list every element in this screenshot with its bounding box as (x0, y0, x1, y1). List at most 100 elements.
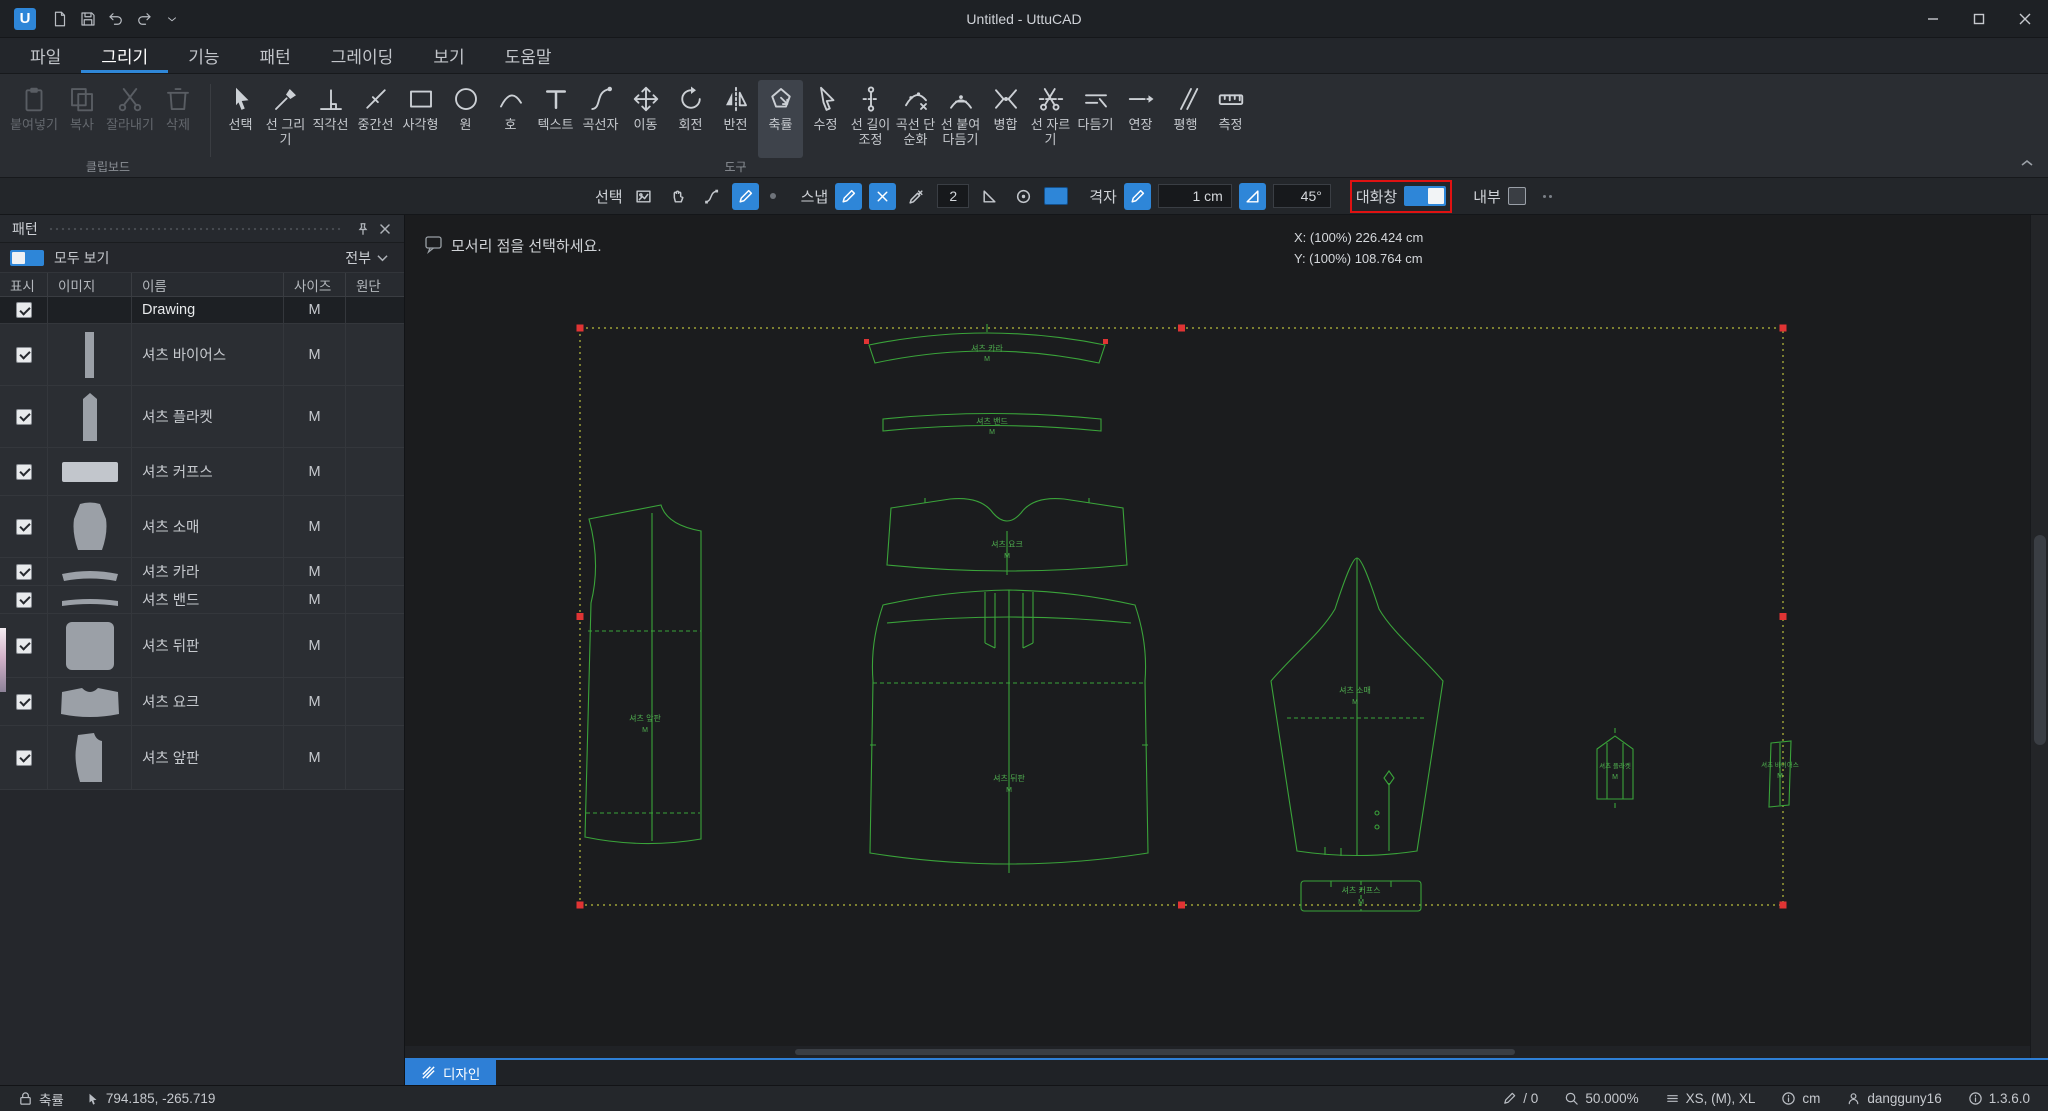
tool-cut-line-button[interactable]: 선 자르기 (1028, 80, 1073, 158)
snap-angle-toggle[interactable] (976, 183, 1003, 210)
visibility-checkbox[interactable] (16, 564, 32, 580)
tool-arc-button[interactable]: 호 (488, 80, 533, 158)
menu-file[interactable]: 파일 (10, 38, 81, 73)
delete-button[interactable]: 삭제 (154, 80, 202, 158)
selection-handles[interactable] (577, 325, 1787, 909)
tool-rectangle-button[interactable]: 사각형 (398, 80, 443, 158)
selection-bounding-box[interactable] (580, 328, 1783, 905)
scrollbar-thumb[interactable] (795, 1049, 1515, 1055)
menu-pattern[interactable]: 패턴 (239, 38, 310, 73)
drawing-canvas[interactable]: 모서리 점을 선택하세요. X: (100%) 226.424 cm Y: (1… (405, 215, 2030, 1058)
visibility-checkbox[interactable] (16, 592, 32, 608)
pattern-row-placket[interactable]: 셔츠 플라켓 M (0, 386, 404, 448)
dialog-toggle[interactable] (1404, 186, 1446, 206)
pattern-row-back[interactable]: 셔츠 뒤판 M (0, 614, 404, 678)
grid-toggle[interactable] (1124, 183, 1151, 210)
piece-sleeve[interactable]: 셔츠 소매 M (1271, 558, 1443, 856)
grid-angle-toggle[interactable] (1239, 183, 1266, 210)
horizontal-scrollbar[interactable] (405, 1046, 2030, 1058)
tool-mirror-button[interactable]: 반전 (713, 80, 758, 158)
scrollbar-thumb[interactable] (2034, 535, 2046, 745)
pattern-row-band[interactable]: 셔츠 밴드 M (0, 586, 404, 614)
piece-bias[interactable]: 셔츠 바이어스 M (1761, 741, 1799, 807)
tool-move-button[interactable]: 이동 (623, 80, 668, 158)
snap-intersection-toggle[interactable] (869, 183, 896, 210)
piece-yoke[interactable]: 셔츠 요크 M (887, 498, 1127, 575)
size-range[interactable]: XS, (M), XL (1665, 1091, 1756, 1106)
tool-extend-button[interactable]: 연장 (1118, 80, 1163, 158)
piece-band[interactable]: 셔츠 밴드 M (883, 414, 1101, 437)
maximize-button[interactable] (1956, 0, 2002, 38)
show-all-toggle[interactable] (10, 250, 44, 266)
select-curve-toggle[interactable] (698, 183, 725, 210)
tool-scale-button[interactable]: 축률 (758, 80, 803, 158)
grid-angle-input[interactable]: 45° (1273, 184, 1331, 208)
quickbar-dropdown-button[interactable] (158, 5, 186, 33)
save-button[interactable] (74, 5, 102, 33)
piece-placket[interactable]: 셔츠 플라켓 M (1597, 728, 1633, 808)
select-pen-toggle[interactable] (732, 183, 759, 210)
tool-merge-button[interactable]: 병합 (983, 80, 1028, 158)
visibility-checkbox[interactable] (16, 519, 32, 535)
close-button[interactable] (2002, 0, 2048, 38)
menu-draw[interactable]: 그리기 (81, 38, 168, 73)
undo-button[interactable] (102, 5, 130, 33)
panel-close-button[interactable] (374, 218, 396, 240)
cut-button[interactable]: 잘라내기 (106, 80, 154, 158)
piece-collar[interactable]: 셔츠 카라 M (864, 324, 1108, 363)
zoom-level[interactable]: 50.000% (1564, 1091, 1638, 1106)
select-image-toggle[interactable] (630, 183, 657, 210)
pattern-row-collar[interactable]: 셔츠 카라 M (0, 558, 404, 586)
visibility-checkbox[interactable] (16, 347, 32, 363)
pattern-canvas-svg[interactable]: 모서리 점을 선택하세요. X: (100%) 226.424 cm Y: (1… (405, 215, 2030, 1058)
tool-text-button[interactable]: 텍스트 (533, 80, 578, 158)
tool-join-trim-button[interactable]: 선 붙여 다듬기 (938, 80, 983, 158)
select-hand-toggle[interactable] (664, 183, 691, 210)
unit-indicator[interactable]: cm (1781, 1091, 1820, 1106)
snap-endpoint-toggle[interactable] (903, 183, 930, 210)
pattern-row-yoke[interactable]: 셔츠 요크 M (0, 678, 404, 726)
visibility-checkbox[interactable] (16, 409, 32, 425)
tool-simplify-curve-button[interactable]: 곡선 단순화 (893, 80, 938, 158)
snap-distance-input[interactable]: 2 (937, 184, 969, 208)
snap-color-swatch[interactable] (1044, 187, 1068, 205)
inner-checkbox[interactable] (1508, 187, 1526, 205)
filter-dropdown[interactable]: 전부 (345, 248, 394, 268)
tab-design[interactable]: 디자인 (405, 1060, 496, 1085)
minimize-button[interactable] (1910, 0, 1956, 38)
tool-select-button[interactable]: 선택 (218, 80, 263, 158)
vertical-scrollbar[interactable] (2030, 215, 2048, 1058)
pattern-row-cuffs[interactable]: 셔츠 커프스 M (0, 448, 404, 496)
pattern-row-front[interactable]: 셔츠 앞판 M (0, 726, 404, 790)
pen-count[interactable]: / 0 (1502, 1091, 1538, 1106)
app-version[interactable]: 1.3.6.0 (1968, 1091, 2030, 1106)
snap-center-toggle[interactable] (1010, 183, 1037, 210)
paste-button[interactable]: 붙여넣기 (10, 80, 58, 158)
snap-point-toggle[interactable] (835, 183, 862, 210)
visibility-checkbox[interactable] (16, 464, 32, 480)
tool-modify-button[interactable]: 수정 (803, 80, 848, 158)
menu-grading[interactable]: 그레이딩 (311, 38, 414, 73)
tool-rotate-button[interactable]: 회전 (668, 80, 713, 158)
tool-middle-line-button[interactable]: 중간선 (353, 80, 398, 158)
tool-line-length-button[interactable]: 선 길이 조정 (848, 80, 893, 158)
new-file-button[interactable] (46, 5, 74, 33)
redo-button[interactable] (130, 5, 158, 33)
tool-draw-line-button[interactable]: 선 그리기 (263, 80, 308, 158)
overflow-handle[interactable] (1543, 195, 1552, 198)
tool-parallel-button[interactable]: 평행 (1163, 80, 1208, 158)
piece-front[interactable]: 셔츠 앞판 M (585, 505, 701, 844)
pin-button[interactable] (352, 218, 374, 240)
piece-back[interactable]: 셔츠 뒤판 M (870, 590, 1148, 873)
user-account[interactable]: dangguny16 (1846, 1091, 1941, 1106)
pattern-row-sleeve[interactable]: 셔츠 소매 M (0, 496, 404, 558)
visibility-checkbox[interactable] (16, 694, 32, 710)
copy-button[interactable]: 복사 (58, 80, 106, 158)
visibility-checkbox[interactable] (16, 302, 32, 318)
pattern-row-bias[interactable]: 셔츠 바이어스 M (0, 324, 404, 386)
tool-perpendicular-line-button[interactable]: 직각선 (308, 80, 353, 158)
tool-circle-button[interactable]: 원 (443, 80, 488, 158)
visibility-checkbox[interactable] (16, 638, 32, 654)
piece-cuffs[interactable]: 셔츠 커프스 M (1301, 881, 1421, 911)
ribbon-collapse-button[interactable] (2020, 155, 2034, 171)
